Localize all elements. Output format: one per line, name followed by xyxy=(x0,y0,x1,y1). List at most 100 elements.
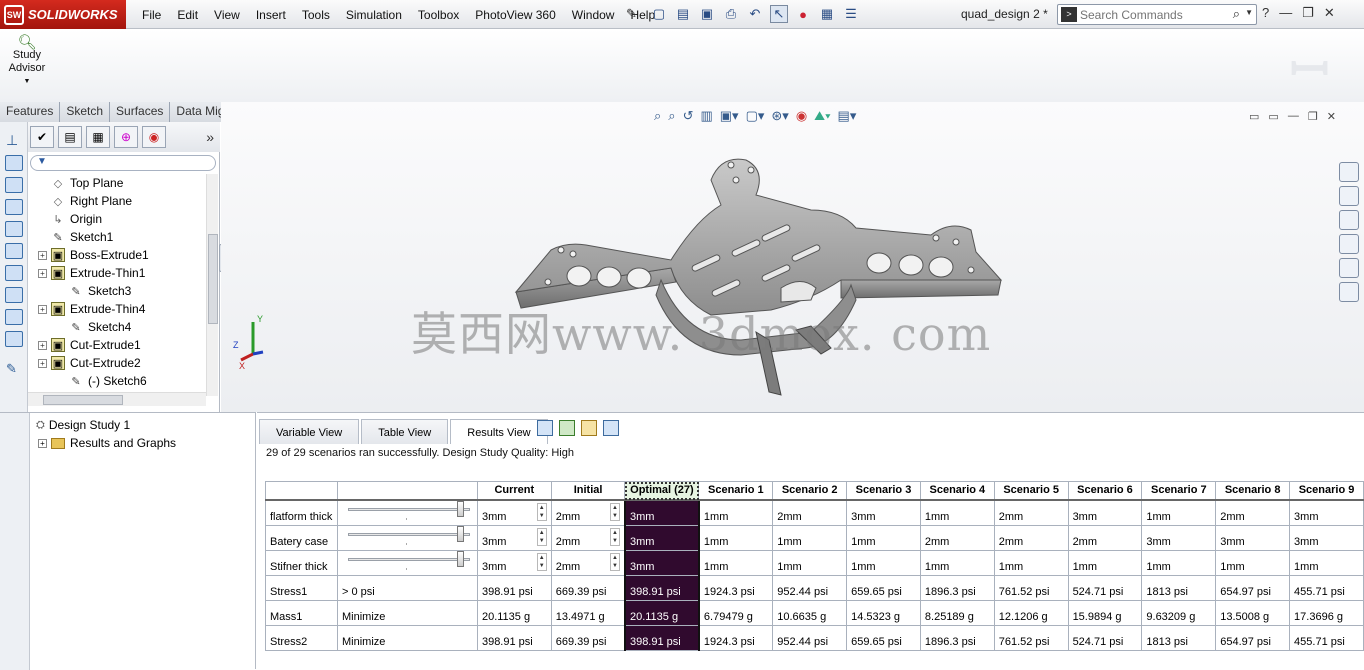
view-dimetric-icon[interactable] xyxy=(5,331,23,347)
view-front-icon[interactable] xyxy=(5,155,23,171)
apply-scene-icon[interactable]: ⛰▾ xyxy=(814,108,830,124)
slider-thumb[interactable] xyxy=(457,525,465,542)
view-trimetric-icon[interactable] xyxy=(5,309,23,325)
stepper-arrows-icon[interactable]: ▲ ▼ xyxy=(536,552,547,571)
variable-range-slider[interactable] xyxy=(342,500,472,523)
custom-properties-icon[interactable] xyxy=(1339,282,1359,302)
minimize-icon[interactable]: — xyxy=(1279,5,1292,21)
variable-condition[interactable]: Minimize xyxy=(336,624,478,651)
menu-item-window[interactable]: Window xyxy=(564,8,623,22)
tree-node[interactable]: + ▣ Boss-Extrude1 xyxy=(28,246,206,264)
file-explorer-icon[interactable] xyxy=(1339,210,1359,230)
tree-node[interactable]: + ▣ Cut-Extrude1 xyxy=(28,336,206,354)
configuration-manager-tab-icon[interactable]: ▦ xyxy=(86,126,110,148)
close-icon[interactable]: ✕ xyxy=(1327,110,1336,123)
initial-value-stepper[interactable]: 2mm ▲ ▼ xyxy=(556,527,620,548)
design-library-icon[interactable] xyxy=(1339,186,1359,206)
initial-value-stepper[interactable]: 2mm ▲ ▼ xyxy=(556,502,620,523)
menu-item-toolbox[interactable]: Toolbox xyxy=(410,8,467,22)
expand-icon[interactable]: + xyxy=(38,268,47,278)
close-icon[interactable]: ✕ xyxy=(1324,5,1335,21)
tree-node[interactable]: + ▣ Cut-Extrude2 xyxy=(28,354,206,372)
variable-range-slider[interactable] xyxy=(342,525,472,548)
horizontal-scrollbar[interactable] xyxy=(28,392,206,406)
view-bottom-icon[interactable] xyxy=(5,265,23,281)
tab-surfaces[interactable]: Surfaces xyxy=(110,102,171,122)
rebuild-icon[interactable]: ● xyxy=(794,5,812,23)
view-palette-icon[interactable] xyxy=(1339,234,1359,254)
stepper-arrows-icon[interactable]: ▲ ▼ xyxy=(610,502,620,521)
column-header-scenario-1[interactable]: Scenario 1 xyxy=(698,481,774,501)
slider-thumb[interactable] xyxy=(457,500,465,517)
tree-node[interactable]: ↳ Origin xyxy=(28,210,206,228)
vertical-scrollbar[interactable] xyxy=(206,174,218,396)
tree-node[interactable]: ✎ Sketch1 xyxy=(28,228,206,246)
view-tool-icon[interactable]: ✎ xyxy=(6,361,27,377)
initial-value-stepper[interactable]: 2mm ▲ ▼ xyxy=(556,552,620,573)
expand-icon[interactable]: + xyxy=(38,358,47,368)
column-header-scenario-8[interactable]: Scenario 8 xyxy=(1215,481,1291,501)
search-icon[interactable]: ⌕ xyxy=(1233,6,1240,22)
tab-results-view[interactable]: Results View xyxy=(450,419,548,444)
column-header-scenario-9[interactable]: Scenario 9 xyxy=(1289,481,1364,501)
tab-table-view[interactable]: Table View xyxy=(361,419,449,444)
menu-item-view[interactable]: View xyxy=(206,8,248,22)
pin-icon[interactable]: ✎ xyxy=(626,6,637,22)
menu-item-edit[interactable]: Edit xyxy=(169,8,206,22)
print-icon[interactable]: ⎙ xyxy=(722,5,740,23)
tab-sketch[interactable]: Sketch xyxy=(60,102,111,122)
tree-node[interactable]: + ▣ Extrude-Thin1 xyxy=(28,264,206,282)
column-header-scenario-5[interactable]: Scenario 5 xyxy=(993,481,1069,501)
menu-item-simulation[interactable]: Simulation xyxy=(338,8,410,22)
open-folder-icon[interactable]: ▤ xyxy=(674,5,692,23)
search-commands-box[interactable]: > ⌕ ▼ xyxy=(1057,4,1257,25)
hide-show-items-icon[interactable]: ⊛▾ xyxy=(771,108,788,124)
save-study-icon[interactable] xyxy=(603,420,619,436)
display-style-icon[interactable]: ▢▾ xyxy=(746,108,765,124)
undo-icon[interactable]: ↶ xyxy=(746,5,764,23)
menu-item-photoview-360[interactable]: PhotoView 360 xyxy=(467,8,564,22)
zoom-to-area-icon[interactable]: ⌕ xyxy=(668,108,675,124)
split-view-icon[interactable]: ▭ xyxy=(1249,110,1259,123)
file-properties-icon[interactable]: ▦ xyxy=(818,5,836,23)
current-value-stepper[interactable]: 3mm ▲ ▼ xyxy=(482,527,547,548)
tree-node[interactable]: ◇ Right Plane xyxy=(28,192,206,210)
variable-range-slider[interactable] xyxy=(342,550,472,573)
edit-appearance-icon[interactable]: ◉ xyxy=(796,108,807,124)
expand-icon[interactable]: + xyxy=(38,340,47,350)
help-icon[interactable]: ? xyxy=(1262,5,1269,21)
slider-thumb[interactable] xyxy=(457,550,465,567)
current-value-stepper[interactable]: 3mm ▲ ▼ xyxy=(482,502,547,523)
stepper-arrows-icon[interactable]: ▲ ▼ xyxy=(610,552,620,571)
design-study-node[interactable]: ⛭ Design Study 1 xyxy=(36,418,130,432)
graphics-viewport[interactable]: ⌕ ⌕ ↺ ▥ ▣▾ ▢▾ ⊛▾ ◉ ⛰▾ ▤▾ ▭ ▭ — ❐ ✕ 莫西网ww… xyxy=(221,102,1364,412)
stepper-arrows-icon[interactable]: ▲ ▼ xyxy=(536,502,547,521)
previous-view-icon[interactable]: ↺ xyxy=(683,108,694,124)
study-advisor-button[interactable]: 🔍︎ Study Advisor ▼ xyxy=(6,35,48,88)
column-header-scenario-4[interactable]: Scenario 4 xyxy=(919,481,995,501)
column-header-current[interactable]: Current xyxy=(476,481,552,501)
tree-node[interactable]: ✎ (-) Sketch6 xyxy=(28,372,206,390)
column-header-scenario-2[interactable]: Scenario 2 xyxy=(772,481,848,501)
current-value-cell[interactable]: 3mm ▲ ▼ xyxy=(476,499,552,526)
tree-node[interactable]: ✎ Sketch4 xyxy=(28,318,206,336)
stepper-arrows-icon[interactable]: ▲ ▼ xyxy=(610,527,620,546)
appearances-icon[interactable] xyxy=(1339,258,1359,278)
expand-icon[interactable]: + xyxy=(38,438,47,448)
column-header-scenario-3[interactable]: Scenario 3 xyxy=(846,481,921,501)
view-left-icon[interactable] xyxy=(5,199,23,215)
tree-node[interactable]: ◇ Top Plane xyxy=(28,174,206,192)
column-header-scenario-7[interactable]: Scenario 7 xyxy=(1141,481,1217,501)
results-table-icon[interactable] xyxy=(537,420,553,436)
column-header-optimal-27[interactable]: Optimal (27) xyxy=(624,481,700,501)
view-isometric-icon[interactable] xyxy=(5,287,23,303)
column-header-initial[interactable]: Initial xyxy=(550,481,626,501)
view-top-icon[interactable] xyxy=(5,243,23,259)
current-value-cell[interactable]: 3mm ▲ ▼ xyxy=(476,524,552,551)
tree-node[interactable]: ✎ Sketch3 xyxy=(28,282,206,300)
split-view-alt-icon[interactable]: ▭ xyxy=(1268,110,1278,123)
current-value-stepper[interactable]: 3mm ▲ ▼ xyxy=(482,552,547,573)
home-icon[interactable] xyxy=(1339,162,1359,182)
tab-features[interactable]: Features xyxy=(0,102,61,122)
search-input[interactable] xyxy=(1080,6,1230,23)
